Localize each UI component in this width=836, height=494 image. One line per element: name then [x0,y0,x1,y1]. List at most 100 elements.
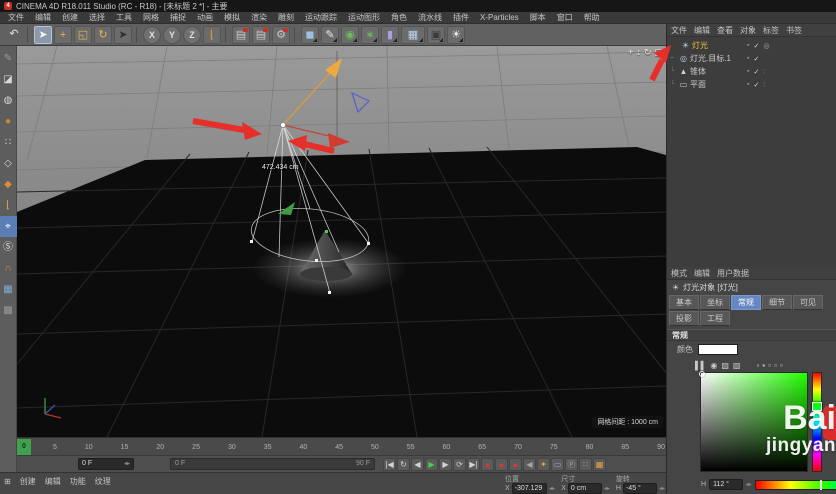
workplane-mode-icon[interactable]: ● [0,111,17,132]
target-tag-icon[interactable]: ◎ [763,42,769,50]
live-selection-icon[interactable]: ➤ [34,25,52,44]
swatch-mode-icon[interactable]: ▫ [756,361,759,370]
rotation-h-field[interactable]: -45 ° [622,483,657,494]
array-icon[interactable]: ∗ [361,25,379,44]
saturation-value-picker[interactable] [699,371,808,472]
floor-sky-icon[interactable]: ▦ [401,25,425,44]
render-view-icon[interactable]: ▤ [232,25,250,44]
field-spinner-icon[interactable]: ◂▸ [659,485,665,492]
menu-item[interactable]: 运动跟踪 [305,12,337,23]
menu-item[interactable]: 动画 [197,12,213,23]
edges-mode-icon[interactable]: ◇ [0,153,17,174]
next-frame-button[interactable]: ▶ [439,457,452,471]
color-swatch[interactable] [698,343,738,355]
current-frame-field[interactable]: 0 F ◂▸ [78,458,134,470]
pen-spline-icon[interactable]: ✎ [321,25,339,44]
subdivision-surface-icon[interactable]: ◉ [341,25,359,44]
deformer-icon[interactable]: ▮ [381,25,399,44]
menu-item[interactable]: 运动图形 [348,12,380,23]
sv-picker-handle[interactable] [699,371,705,377]
menu-item[interactable]: 捕捉 [170,12,186,23]
menu-item[interactable]: 网格 [143,12,159,23]
field-spinner-icon[interactable]: ◂▸ [604,485,610,492]
scale-icon[interactable]: ◱ [74,25,92,44]
play-button[interactable]: ▶ [425,457,438,471]
menu-item[interactable]: X-Particles [480,13,519,22]
zoom-view-icon[interactable]: ↕ [636,47,641,58]
polygons-mode-icon[interactable]: ◆ [0,174,17,195]
object-name[interactable]: 平面 [690,79,706,90]
compare-colors-icon[interactable]: ▌▌ [695,361,706,370]
timeline-range-slider[interactable]: 0 F 90 F [170,458,375,470]
snap-icon[interactable]: ⌖ [0,216,17,237]
tab-basic[interactable]: 基本 [669,295,699,310]
menu-item[interactable]: 编辑 [694,25,710,36]
menu-item[interactable]: 查看 [717,25,733,36]
position-x-field[interactable]: -307.129 cm [511,483,548,494]
object-row-plane[interactable]: └ ▭ 平面 ▪ ✓ ∶ [667,78,836,91]
menu-item[interactable]: 选择 [89,12,105,23]
snap-s-icon[interactable]: Ⓢ [0,237,17,258]
menu-item[interactable]: 文件 [8,12,24,23]
menu-item[interactable]: 用户数据 [717,268,749,279]
menu-item[interactable]: 模拟 [224,12,240,23]
rgb-mode-icon[interactable]: ▪ [762,361,765,370]
tab-visibility[interactable]: 可见 [793,295,823,310]
menu-item[interactable]: 流水线 [418,12,442,23]
render-settings-icon[interactable]: ⚙ [272,25,290,44]
menu-item[interactable]: 编辑 [694,268,710,279]
panel-grid-icon[interactable]: ⊞ [4,477,11,486]
enabled-check-icon[interactable]: ✓ [753,55,759,63]
rotate-view-icon[interactable]: ↻ [644,47,652,58]
hue-spectrum-bar[interactable] [754,479,836,490]
layer-icon[interactable]: ▪ [747,42,749,49]
color-wheel-icon[interactable]: ◉ [710,361,717,370]
tab-coordinates[interactable]: 坐标 [700,295,730,310]
timeline-ruler[interactable]: 0 5 10 15 20 25 30 35 40 45 50 55 60 65 70 75 80 85 90 [17,437,666,456]
color-picture-icon[interactable]: ▧ [733,361,741,370]
menu-item[interactable]: 角色 [391,12,407,23]
render-picture-icon[interactable]: ▤ [252,25,270,44]
autokey-button[interactable]: ● [495,457,508,471]
field-spinner-icon[interactable]: ◂▸ [549,485,555,492]
object-name[interactable]: 锥体 [690,66,706,77]
layer-icon[interactable]: ▪ [747,68,749,75]
points-mode-icon[interactable]: ∷ [0,132,17,153]
hue-slider-handle[interactable] [812,402,822,411]
enabled-check-icon[interactable]: ✓ [753,42,759,50]
kelvin-mode-icon[interactable]: ▫ [774,361,777,370]
hsv-mode-icon[interactable]: ▫ [768,361,771,370]
prev-key-button[interactable]: ◀ [523,457,536,471]
move-icon[interactable]: + [54,25,72,44]
play-mode-button[interactable]: ↻ [397,457,410,471]
toggle-view-icon[interactable]: ◱ [654,47,663,58]
z-axis-lock-icon[interactable]: Z [183,25,201,44]
object-name[interactable]: 灯光.目标.1 [690,53,731,64]
hue-value-field[interactable]: 112 ° [709,479,743,490]
cube-primitive-icon[interactable]: ◼ [301,25,319,44]
loop-button[interactable]: ⟳ [453,457,466,471]
menu-item[interactable]: 创建 [62,12,78,23]
timeline-playhead[interactable]: 0 [17,439,31,455]
texture-mode-icon[interactable]: ◍ [0,90,17,111]
menu-item[interactable]: 窗口 [557,12,573,23]
menu-item[interactable]: 雕刻 [278,12,294,23]
undo-icon[interactable]: ↶ [5,26,23,44]
frame-range-button[interactable]: ▭ [551,457,564,471]
visibility-dots-icon[interactable]: ∶ [763,81,766,89]
menu-item[interactable]: 模式 [671,268,687,279]
tab-general[interactable]: 常规 [731,295,761,310]
snap-frames-button[interactable]: ∷ [579,457,592,471]
menu-item[interactable]: 标签 [763,25,779,36]
menu-item[interactable]: 插件 [453,12,469,23]
record-keyframe-button[interactable]: ● [481,457,494,471]
powerslider-button[interactable]: Ⓟ [565,457,578,471]
object-row-light[interactable]: ☀ 灯光 ▪ ✓ ◎ [667,39,836,52]
workplane-lock-icon[interactable]: ▩ [0,300,17,321]
size-x-field[interactable]: 0 cm [567,483,602,494]
last-tool-icon[interactable]: ➤ [114,25,132,44]
pan-view-icon[interactable]: + [628,47,633,58]
rotate-icon[interactable]: ↻ [94,25,112,44]
collapse-expander-icon[interactable]: − [670,55,677,62]
section-header-general[interactable]: 常规 [667,329,836,341]
